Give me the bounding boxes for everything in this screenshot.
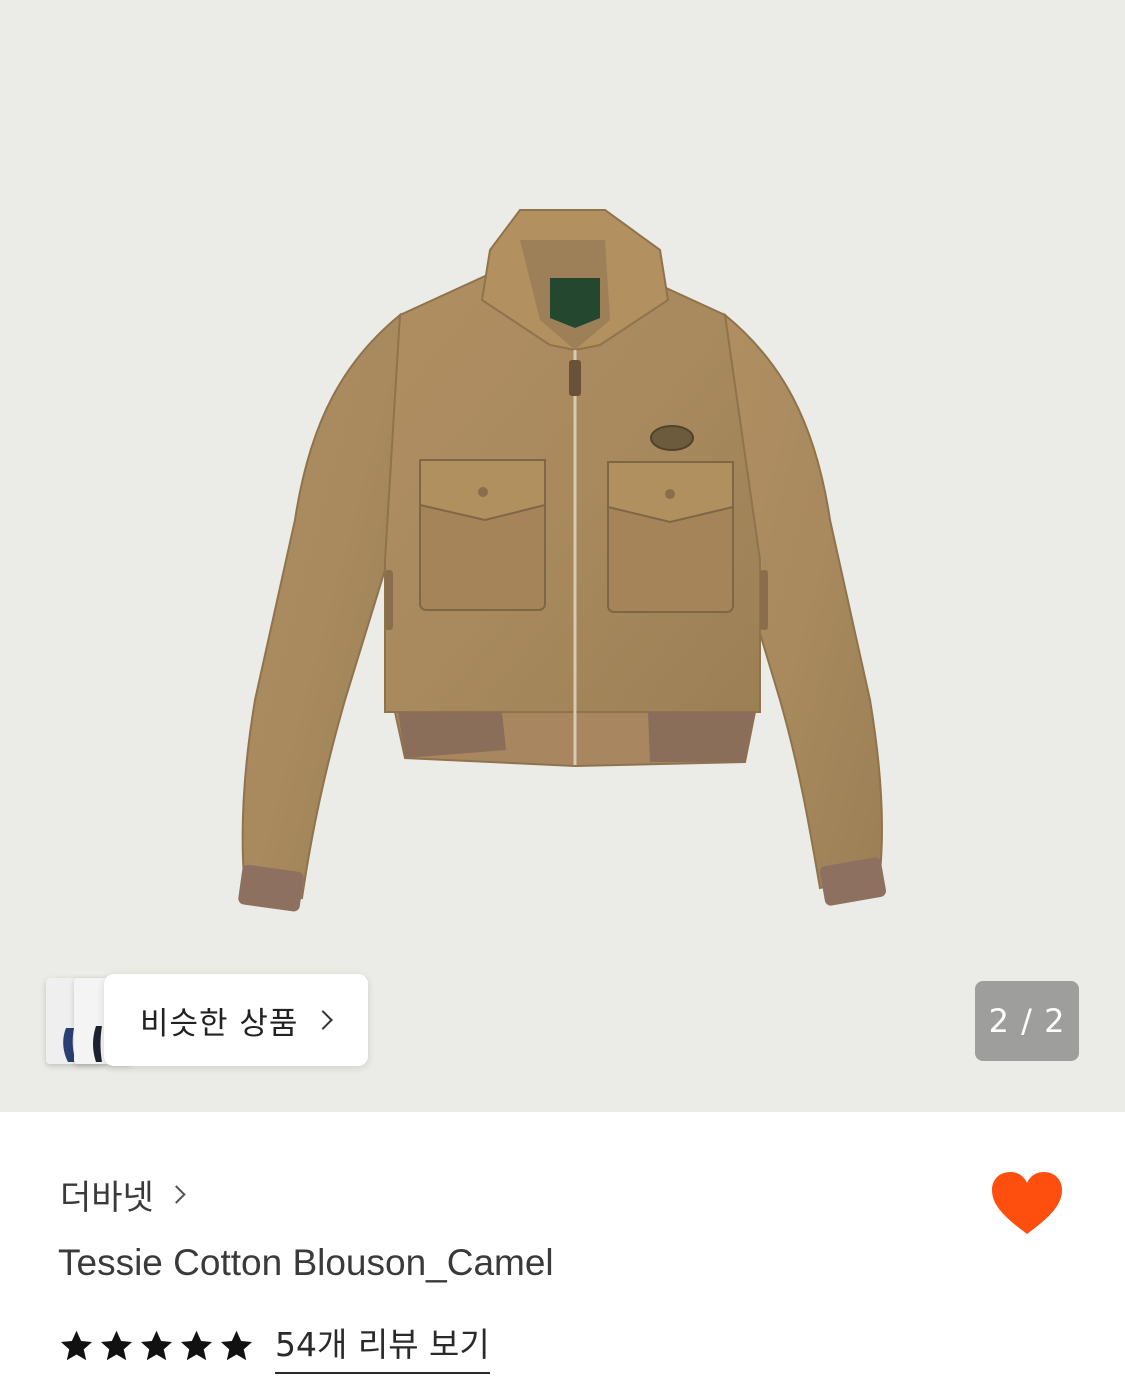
- product-info: 더바넷 Tessie Cotton Blouson_Camel 54개 리뷰 보…: [0, 1112, 1125, 1396]
- chevron-right-icon: [313, 1010, 334, 1030]
- star-icon: [100, 1330, 133, 1360]
- image-counter: 2 / 2: [975, 981, 1079, 1061]
- product-image: [238, 209, 887, 912]
- star-rating: [58, 1328, 255, 1365]
- star-icon: [60, 1330, 93, 1360]
- review-link[interactable]: 54개 리뷰 보기: [275, 1318, 490, 1374]
- star-icon: [220, 1330, 253, 1360]
- product-title: Tessie Cotton Blouson_Camel: [58, 1242, 554, 1283]
- star-icon: [180, 1330, 213, 1360]
- rating-row: 54개 리뷰 보기: [58, 1318, 490, 1374]
- brand-link[interactable]: 더바넷: [60, 1170, 186, 1219]
- heart-icon[interactable]: [992, 1172, 1062, 1236]
- product-image-gallery[interactable]: 비슷한 상품 2 / 2: [0, 0, 1125, 1112]
- star-icon: [140, 1330, 173, 1360]
- similar-products-button[interactable]: 비슷한 상품: [104, 974, 368, 1066]
- chevron-right-icon: [167, 1185, 186, 1204]
- brand-name: 더바넷: [60, 1178, 154, 1218]
- similar-products-label: 비슷한 상품: [140, 1005, 299, 1042]
- similar-products[interactable]: 비슷한 상품: [44, 974, 370, 1068]
